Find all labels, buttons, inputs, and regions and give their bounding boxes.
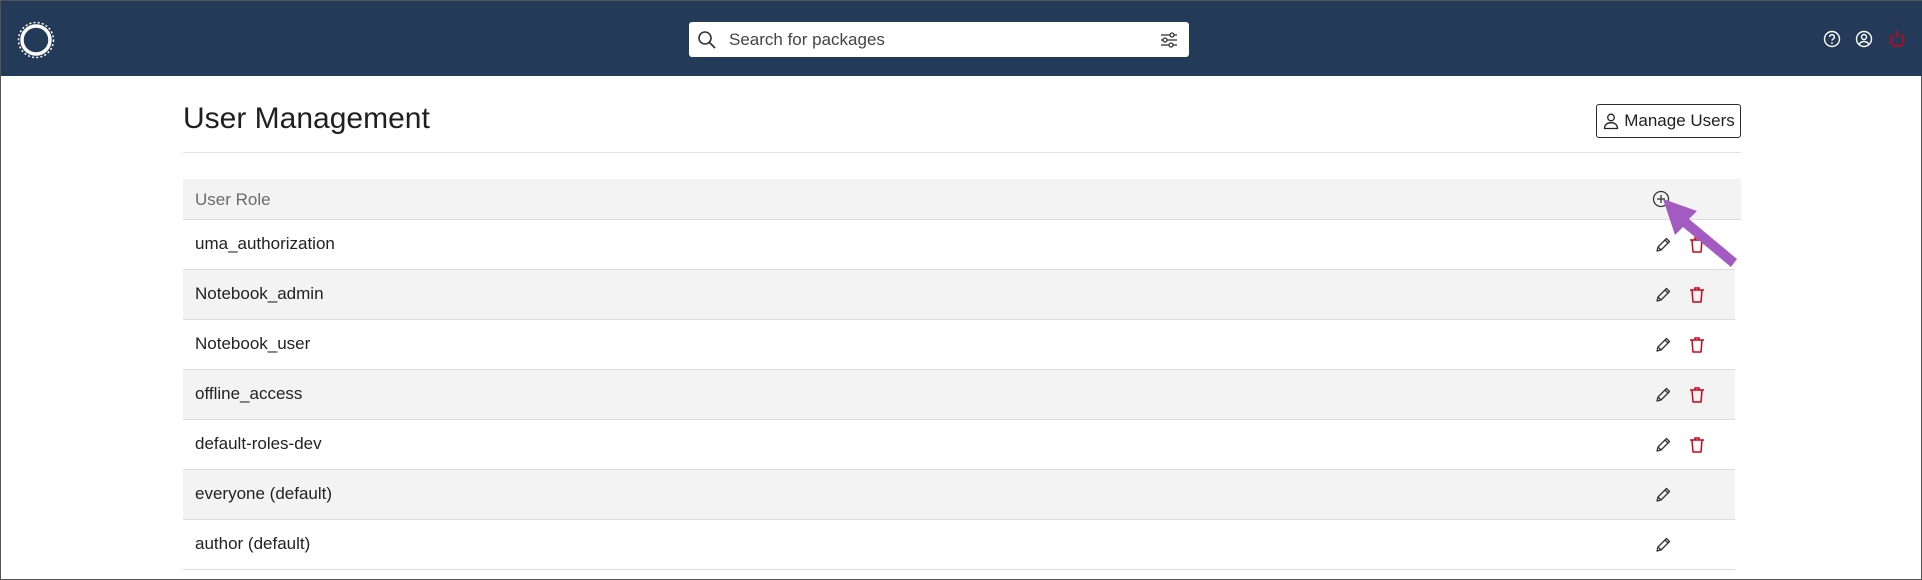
trash-icon[interactable] <box>1687 235 1707 255</box>
table-row: everyone (default) <box>183 470 1735 520</box>
role-name: default-roles-dev <box>195 434 322 453</box>
table-row: Notebook_admin <box>183 270 1735 320</box>
pencil-icon[interactable] <box>1653 335 1673 355</box>
trash-icon[interactable] <box>1687 435 1707 455</box>
search-bar <box>689 22 1189 57</box>
column-header-user-role: User Role <box>195 190 271 209</box>
divider <box>183 152 1741 153</box>
trash-icon[interactable] <box>1687 285 1707 305</box>
role-name: everyone (default) <box>195 484 333 503</box>
table-row: offline_access <box>183 370 1735 420</box>
user-icon <box>1604 113 1619 130</box>
trash-icon[interactable] <box>1687 385 1707 405</box>
trash-icon[interactable] <box>1687 335 1707 355</box>
role-name: offline_access <box>195 384 303 403</box>
role-name: Notebook_user <box>195 334 311 353</box>
pencil-icon[interactable] <box>1653 285 1673 305</box>
account-icon[interactable] <box>1854 29 1874 49</box>
search-icon <box>698 31 716 49</box>
role-name: Notebook_admin <box>195 284 324 303</box>
role-name: author (default) <box>195 534 311 553</box>
pencil-icon[interactable] <box>1653 435 1673 455</box>
pencil-icon[interactable] <box>1653 485 1673 505</box>
manage-users-button[interactable]: Manage Users <box>1596 104 1741 138</box>
table-row: default-roles-dev <box>183 420 1735 470</box>
table-header: User Role <box>183 179 1741 220</box>
table-row: uma_authorization <box>183 220 1735 270</box>
search-input[interactable] <box>721 22 1157 57</box>
manage-users-label: Manage Users <box>1624 111 1735 130</box>
pencil-icon[interactable] <box>1653 385 1673 405</box>
top-navigation-bar <box>1 1 1922 76</box>
pencil-icon[interactable] <box>1653 535 1673 555</box>
table-row: author (default) <box>183 520 1735 570</box>
table-row: Notebook_user <box>183 320 1735 370</box>
filter-icon[interactable] <box>1159 30 1179 50</box>
help-icon[interactable] <box>1822 29 1842 49</box>
pencil-icon[interactable] <box>1653 235 1673 255</box>
add-circle-icon[interactable] <box>1651 189 1671 209</box>
page-title: User Management <box>183 102 430 135</box>
role-name: uma_authorization <box>195 234 335 253</box>
logo-icon[interactable] <box>17 21 55 59</box>
power-icon[interactable] <box>1887 29 1907 49</box>
